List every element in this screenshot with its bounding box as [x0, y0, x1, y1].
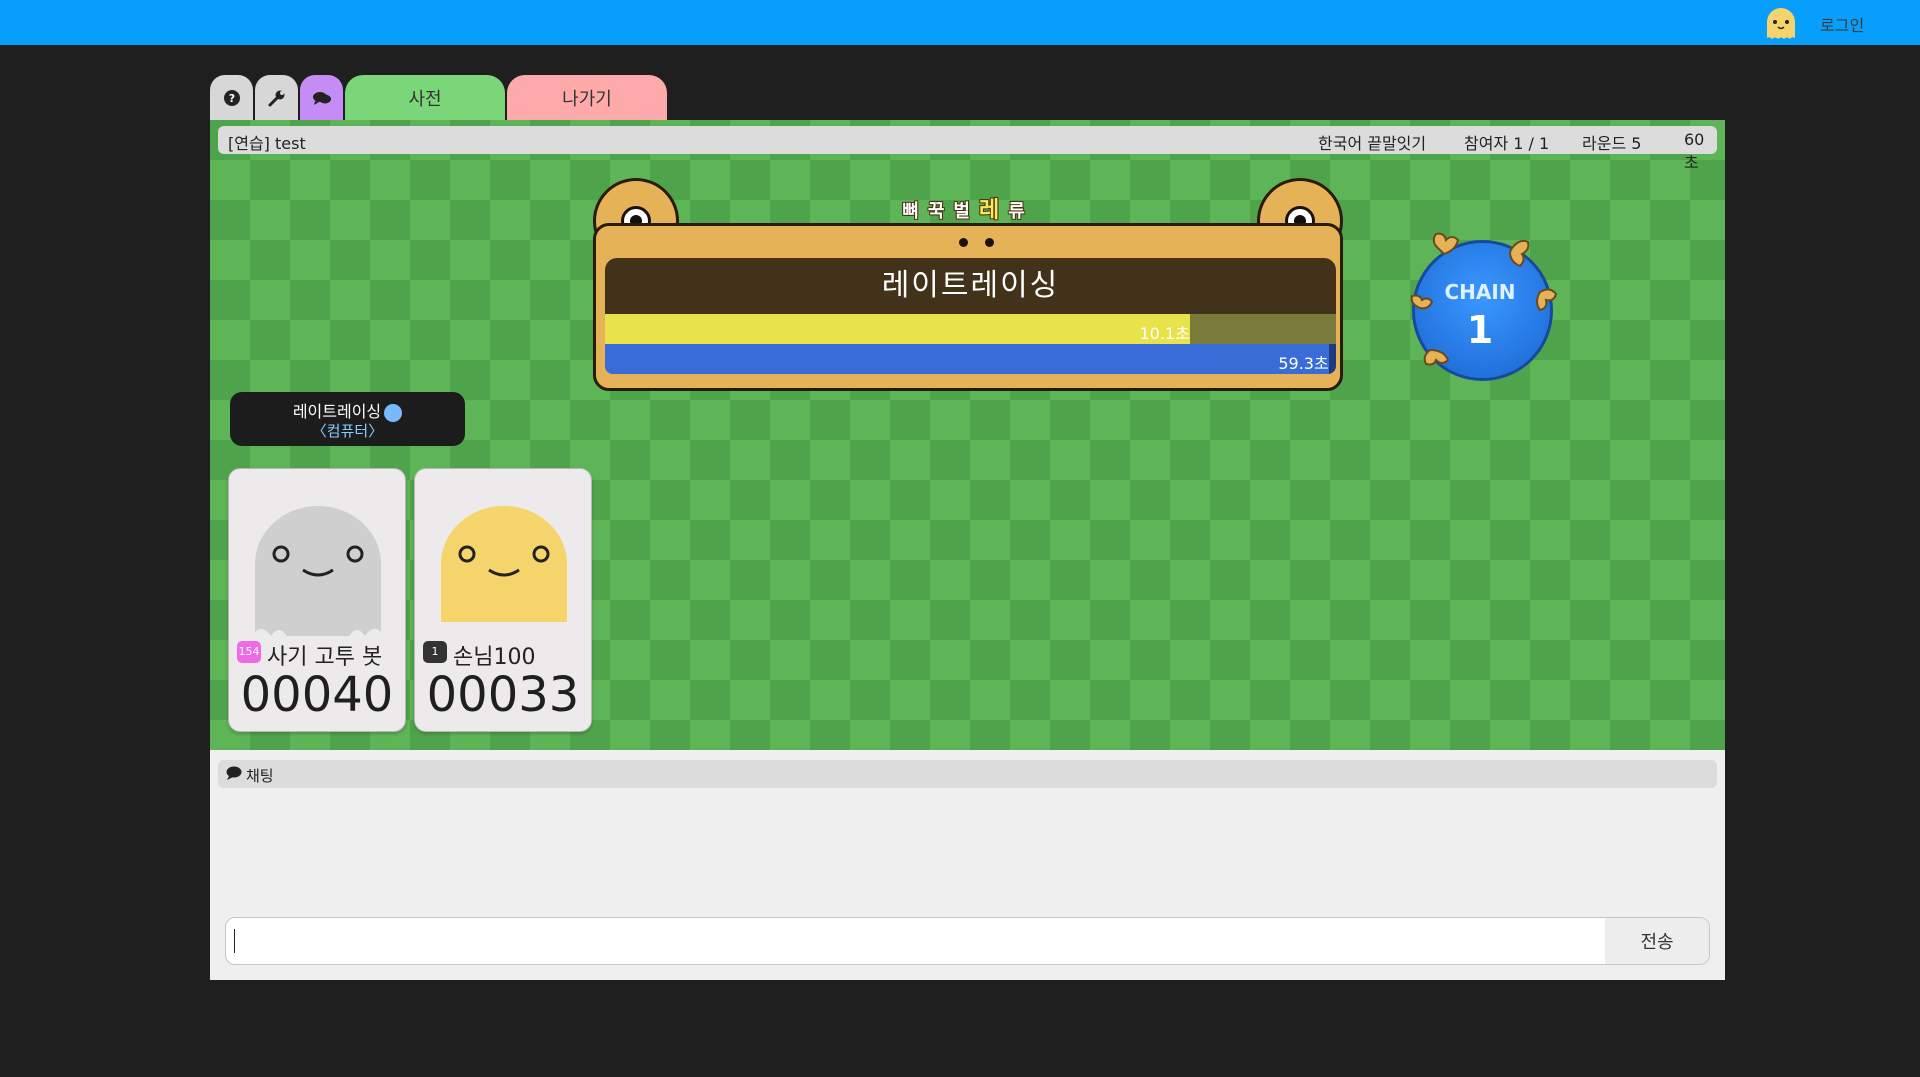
word-hint-sequence: 뼈꾹벌레류 [593, 192, 1343, 224]
player-card[interactable]: 1 손님100 00033 [414, 468, 592, 732]
hint-char: 류 [1008, 201, 1034, 222]
chat-input-box[interactable]: 전송 [225, 917, 1710, 965]
turn-timer-text: 10.1초 [1139, 324, 1190, 343]
chat-tab[interactable] [300, 75, 343, 120]
chain-label: CHAIN [1444, 280, 1516, 304]
player-score: 00033 [426, 667, 580, 723]
chat-label: 채팅 [246, 767, 274, 785]
current-turn-word: 레이트레이싱 [292, 402, 382, 421]
round-timer-text: 59.3초 [1278, 354, 1329, 373]
room-title: [연습] test [228, 130, 306, 154]
word-board: 뼈꾹벌레류 레이트레이싱 10.1초 59.3초 [593, 178, 1343, 391]
board-nose [953, 238, 994, 248]
chain-counter: CHAIN 1 [1400, 230, 1560, 381]
turn-timer-bar: 10.1초 [605, 314, 1336, 344]
top-bar: 로그인 [0, 0, 1920, 45]
game-mode: 한국어 끝말잇기 [1318, 134, 1427, 153]
player-score: 00040 [240, 667, 394, 723]
turn-timer-fill [605, 314, 1190, 344]
settings-tab[interactable] [255, 75, 298, 120]
chain-count: 1 [1466, 308, 1494, 352]
game-board-area: [연습] test 한국어 끝말잇기 참여자 1 / 1 라운드 5 60초 뼈… [210, 120, 1725, 750]
svg-text:?: ? [228, 92, 234, 105]
ghost-character-icon [255, 506, 381, 636]
participant-count: 참여자 1 / 1 [1464, 134, 1550, 153]
chat-bubble-icon [312, 91, 331, 105]
chat-bubble-icon [226, 766, 242, 780]
player-level-badge: 154 [237, 641, 261, 663]
player-card[interactable]: 154 사기 고투 봇 00040 [228, 468, 406, 732]
hint-char: 꾹 [927, 201, 954, 222]
wrench-icon [268, 90, 284, 106]
room-info-bar: [연습] test 한국어 끝말잇기 참여자 1 / 1 라운드 5 60초 [218, 126, 1717, 172]
player-role: 〈컴퓨터〉 [311, 422, 384, 440]
mode-badge-icon [384, 403, 403, 422]
hint-current-char: 레 [978, 198, 1009, 223]
chat-panel: 채팅 전송 [210, 750, 1725, 980]
question-circle-icon: ? [223, 89, 240, 106]
room-name: test [275, 134, 306, 153]
dictionary-tab[interactable]: 사전 [345, 75, 505, 120]
chain-claws-icon [1410, 232, 1558, 366]
send-button[interactable]: 전송 [1605, 918, 1709, 964]
help-tab[interactable]: ? [210, 75, 253, 120]
round-timer-bar: 59.3초 [605, 344, 1336, 374]
text-cursor [234, 929, 235, 953]
chat-header: 채팅 [218, 760, 1717, 788]
player-level-badge: 1 [423, 641, 447, 663]
round-indicator: 라운드 5 [1582, 134, 1642, 153]
exit-tab[interactable]: 나가기 [507, 75, 667, 120]
ghost-character-icon [441, 506, 567, 622]
current-turn-player: 레이트레이싱 〈컴퓨터〉 [230, 392, 465, 446]
hint-char: 뼈 [902, 201, 928, 222]
hint-char: 벌 [953, 201, 979, 222]
current-word-display: 레이트레이싱 [605, 258, 1336, 314]
round-timer-fill [605, 344, 1329, 374]
time-limit: 60초 [1684, 130, 1705, 172]
login-link[interactable]: 로그인 [1820, 12, 1864, 36]
room-mode-tag: [연습] [228, 134, 270, 153]
ghost-avatar-icon[interactable] [1763, 6, 1799, 42]
